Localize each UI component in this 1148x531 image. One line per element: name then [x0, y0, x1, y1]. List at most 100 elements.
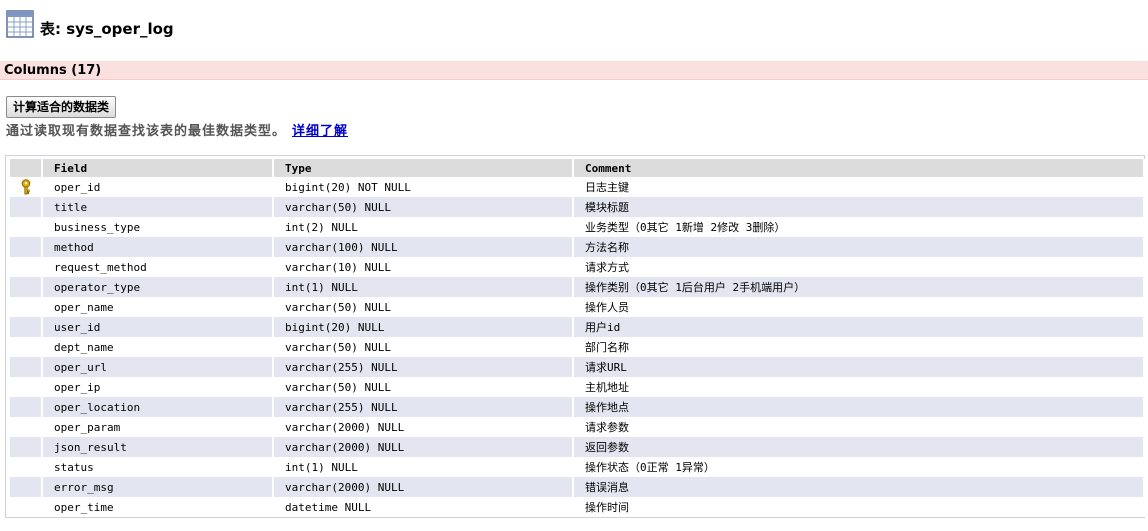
- comment-cell: 操作地点: [573, 397, 1145, 417]
- table-row: business_type int(2) NULL 业务类型（0其它 1新增 2修改…: [10, 217, 1145, 237]
- field-cell: user_id: [42, 317, 274, 337]
- table-row: oper_time datetime NULL 操作时间: [10, 497, 1145, 517]
- type-cell: varchar(2000) NULL: [273, 437, 574, 457]
- columns-section-bar: Columns (17): [0, 61, 1148, 80]
- key-cell: [10, 457, 43, 477]
- field-cell: request_method: [42, 257, 274, 277]
- field-cell: status: [42, 457, 274, 477]
- key-cell: [10, 277, 43, 297]
- comment-cell: 方法名称: [573, 237, 1145, 257]
- key-cell: [10, 477, 43, 497]
- comment-cell: 错误消息: [573, 477, 1145, 497]
- type-cell: varchar(10) NULL: [273, 257, 574, 277]
- field-cell: oper_time: [42, 497, 274, 517]
- key-column-header: [10, 159, 43, 177]
- type-cell: bigint(20) NULL: [273, 317, 574, 337]
- comment-cell: 主机地址: [573, 377, 1145, 397]
- columns-table: Field Type Comment oper_id bigint(20) NOT…: [10, 159, 1145, 517]
- comment-cell: 操作人员: [573, 297, 1145, 317]
- comment-cell: 日志主键: [573, 177, 1145, 197]
- field-cell: error_msg: [42, 477, 274, 497]
- learn-more-link[interactable]: 详细了解: [292, 124, 348, 139]
- comment-cell: 模块标题: [573, 197, 1145, 217]
- key-cell: [10, 257, 43, 277]
- key-cell: [10, 357, 43, 377]
- calculate-optimal-types-button[interactable]: 计算适合的数据类: [6, 96, 117, 118]
- table-row: oper_location varchar(255) NULL 操作地点: [10, 397, 1145, 417]
- table-row: oper_ip varchar(50) NULL 主机地址: [10, 377, 1145, 397]
- table-row: request_method varchar(10) NULL 请求方式: [10, 257, 1145, 277]
- comment-cell: 请求参数: [573, 417, 1145, 437]
- field-cell: method: [42, 237, 274, 257]
- analyze-description: 通过读取现有数据查找该表的最佳数据类型。 详细了解: [6, 120, 348, 139]
- comment-cell: 操作状态（0正常 1异常）: [573, 457, 1145, 477]
- table-row: method varchar(100) NULL 方法名称: [10, 237, 1145, 257]
- table-row: dept_name varchar(50) NULL 部门名称: [10, 337, 1145, 357]
- field-cell: oper_name: [42, 297, 274, 317]
- table-header: 表: sys_oper_log: [6, 8, 174, 40]
- comment-cell: 操作类别（0其它 1后台用户 2手机端用户）: [573, 277, 1145, 297]
- comment-cell: 用户id: [573, 317, 1145, 337]
- type-cell: datetime NULL: [273, 497, 574, 517]
- key-cell: [10, 337, 43, 357]
- key-cell: [10, 377, 43, 397]
- type-cell: varchar(50) NULL: [273, 197, 574, 217]
- table-row: oper_name varchar(50) NULL 操作人员: [10, 297, 1145, 317]
- field-cell: oper_url: [42, 357, 274, 377]
- type-cell: varchar(255) NULL: [273, 357, 574, 377]
- table-row: oper_url varchar(255) NULL 请求URL: [10, 357, 1145, 377]
- type-cell: int(2) NULL: [273, 217, 574, 237]
- type-cell: varchar(50) NULL: [273, 297, 574, 317]
- type-cell: varchar(2000) NULL: [273, 417, 574, 437]
- comment-cell: 请求URL: [573, 357, 1145, 377]
- comment-cell: 操作时间: [573, 497, 1145, 517]
- key-cell: [10, 197, 43, 217]
- type-cell: varchar(100) NULL: [273, 237, 574, 257]
- type-column-header: Type: [273, 159, 574, 177]
- type-cell: int(1) NULL: [273, 457, 574, 477]
- field-cell: json_result: [42, 437, 274, 457]
- table-row: status int(1) NULL 操作状态（0正常 1异常）: [10, 457, 1145, 477]
- type-cell: varchar(255) NULL: [273, 397, 574, 417]
- type-cell: int(1) NULL: [273, 277, 574, 297]
- columns-table-header-row: Field Type Comment: [10, 159, 1145, 177]
- field-cell: business_type: [42, 217, 274, 237]
- columns-table-body: oper_id bigint(20) NOT NULL 日志主键 title varch…: [10, 177, 1145, 517]
- table-row: user_id bigint(20) NULL 用户id: [10, 317, 1145, 337]
- comment-cell: 业务类型（0其它 1新增 2修改 3删除）: [573, 217, 1145, 237]
- type-cell: varchar(50) NULL: [273, 377, 574, 397]
- columns-section-title: Columns (17): [4, 63, 102, 78]
- key-cell: [10, 317, 43, 337]
- key-cell: [10, 437, 43, 457]
- table-row: oper_id bigint(20) NOT NULL 日志主键: [10, 177, 1145, 197]
- field-cell: oper_ip: [42, 377, 274, 397]
- table-row: title varchar(50) NULL 模块标题: [10, 197, 1145, 217]
- field-cell: dept_name: [42, 337, 274, 357]
- comment-cell: 请求方式: [573, 257, 1145, 277]
- type-cell: varchar(2000) NULL: [273, 477, 574, 497]
- table-grid-icon: [6, 10, 34, 38]
- type-cell: bigint(20) NOT NULL: [273, 177, 574, 197]
- primary-key-icon: [20, 179, 32, 195]
- key-cell: [10, 237, 43, 257]
- table-row: json_result varchar(2000) NULL 返回参数: [10, 437, 1145, 457]
- analyze-description-text: 通过读取现有数据查找该表的最佳数据类型。: [6, 124, 287, 139]
- field-cell: oper_id: [42, 177, 274, 197]
- key-cell: [10, 417, 43, 437]
- key-cell: [10, 497, 43, 517]
- table-row: operator_type int(1) NULL 操作类别（0其它 1后台用户 2…: [10, 277, 1145, 297]
- table-row: error_msg varchar(2000) NULL 错误消息: [10, 477, 1145, 497]
- comment-cell: 部门名称: [573, 337, 1145, 357]
- key-cell: [10, 217, 43, 237]
- table-info-page: 表: sys_oper_log Columns (17) 计算适合的数据类 通过…: [0, 0, 1148, 531]
- comment-column-header: Comment: [573, 159, 1145, 177]
- field-cell: oper_param: [42, 417, 274, 437]
- type-cell: varchar(50) NULL: [273, 337, 574, 357]
- field-column-header: Field: [42, 159, 274, 177]
- page-title: 表: sys_oper_log: [40, 19, 174, 38]
- key-cell: [10, 177, 43, 197]
- columns-table-container: Field Type Comment oper_id bigint(20) NOT…: [5, 155, 1145, 518]
- field-cell: oper_location: [42, 397, 274, 417]
- table-row: oper_param varchar(2000) NULL 请求参数: [10, 417, 1145, 437]
- field-cell: title: [42, 197, 274, 217]
